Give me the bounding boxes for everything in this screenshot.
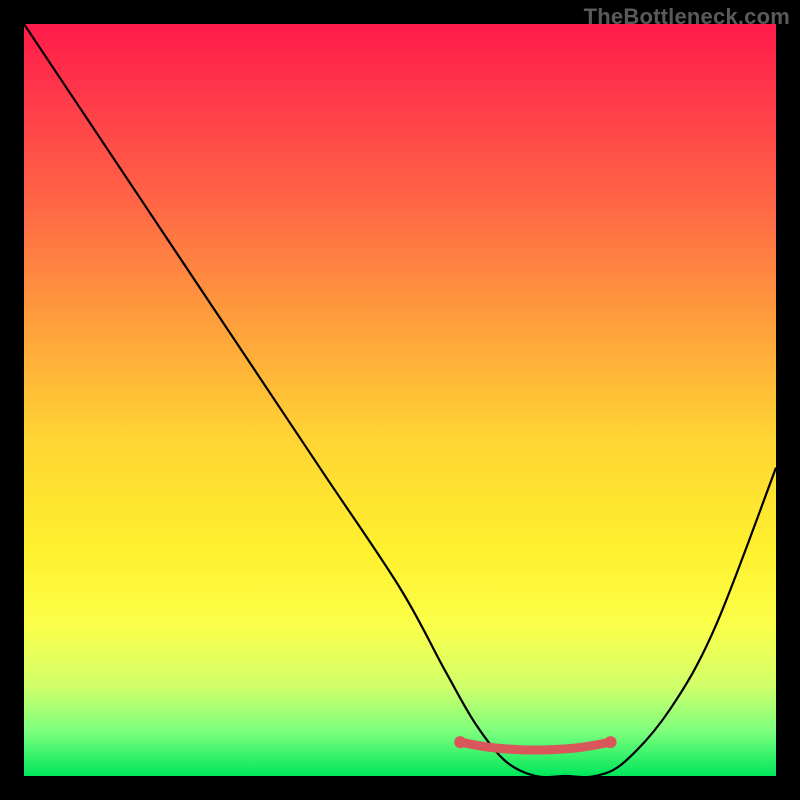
flat-marker-line [460, 742, 610, 750]
plot-area [24, 24, 776, 776]
chart-svg [24, 24, 776, 776]
flat-marker-end-dot [605, 736, 617, 748]
flat-marker-start-dot [454, 736, 466, 748]
chart-container: TheBottleneck.com [0, 0, 800, 800]
bottleneck-curve [24, 24, 776, 776]
